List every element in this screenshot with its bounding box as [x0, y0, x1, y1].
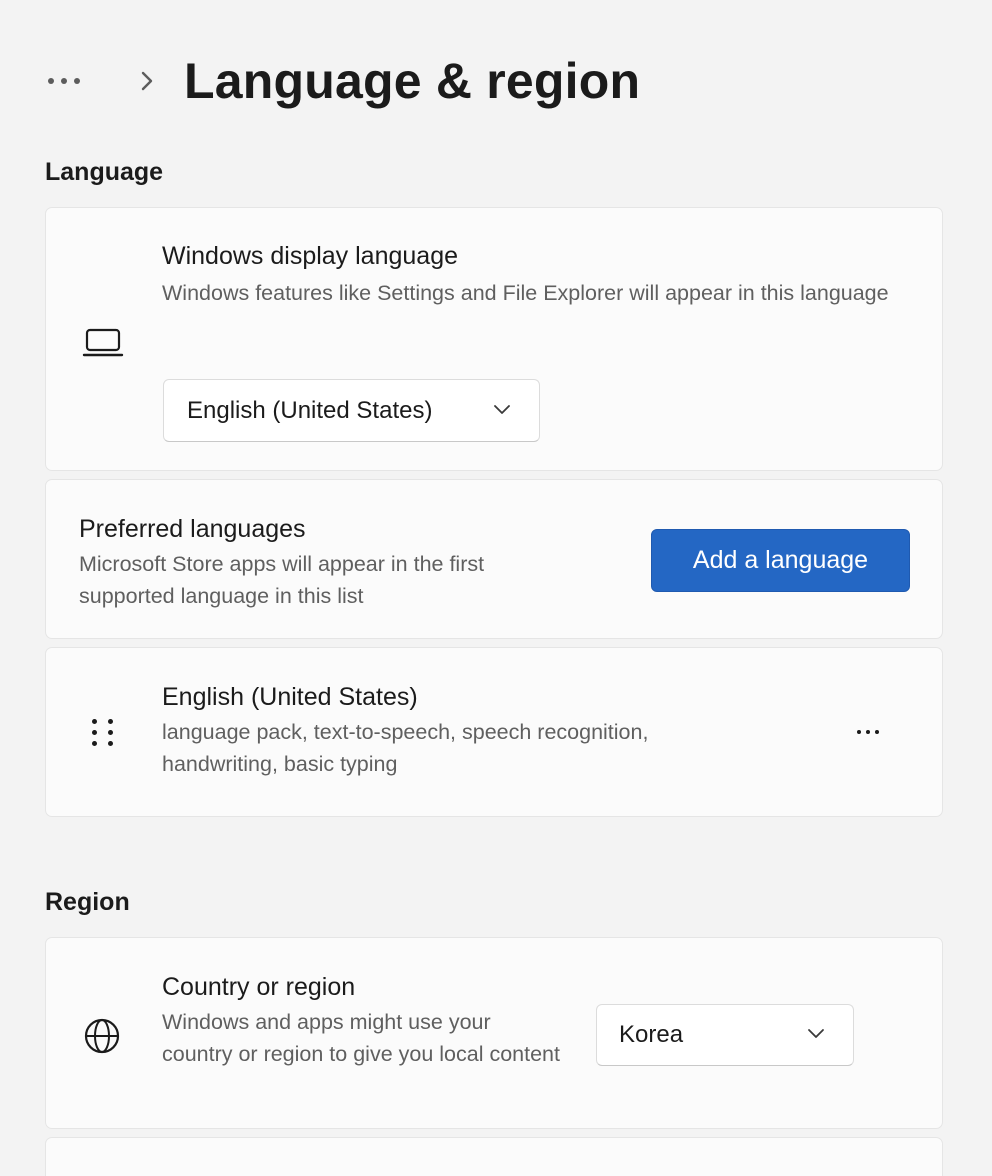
laptop-icon: [80, 324, 126, 362]
breadcrumb: Language & region: [48, 48, 640, 114]
dot: [857, 730, 861, 734]
dot: [74, 78, 80, 84]
dot: [92, 729, 97, 735]
dot: [875, 730, 879, 734]
installed-language-row[interactable]: English (United States) language pack, t…: [45, 647, 943, 817]
installed-language-features: language pack, text-to-speech, speech re…: [162, 720, 649, 776]
display-language-description: Windows features like Settings and File …: [162, 281, 889, 305]
country-region-card: Country or region Windows and apps might…: [45, 937, 943, 1129]
display-language-title: Windows display language: [162, 242, 459, 270]
dot: [866, 730, 870, 734]
country-region-description: Windows and apps might use your country …: [162, 1010, 560, 1066]
add-language-button[interactable]: Add a language: [651, 529, 910, 592]
next-settings-card: [45, 1137, 943, 1176]
globe-icon: [80, 1014, 124, 1058]
dot: [61, 78, 67, 84]
country-region-dropdown[interactable]: Korea: [596, 1004, 854, 1066]
dot: [92, 740, 97, 746]
display-language-value: English (United States): [187, 396, 433, 424]
country-region-title: Country or region: [162, 973, 356, 1001]
dot: [108, 718, 113, 724]
chevron-right-icon: [140, 66, 160, 96]
section-heading-region: Region: [45, 888, 130, 916]
dot: [92, 718, 97, 724]
chevron-down-icon: [493, 402, 511, 420]
breadcrumb-more-button[interactable]: [48, 66, 100, 96]
installed-language-name: English (United States): [162, 683, 418, 711]
dot: [108, 729, 113, 735]
page-title: Language & region: [184, 53, 641, 109]
display-language-card: Windows display language Windows feature…: [45, 207, 943, 471]
dot: [108, 740, 113, 746]
language-options-more-button[interactable]: [851, 724, 885, 740]
country-region-value: Korea: [619, 1021, 684, 1048]
preferred-languages-card: Preferred languages Microsoft Store apps…: [45, 479, 943, 639]
preferred-languages-title: Preferred languages: [79, 515, 306, 543]
chevron-down-icon: [807, 1026, 825, 1044]
dot: [48, 78, 54, 84]
drag-handle-icon[interactable]: [86, 712, 120, 752]
preferred-languages-description: Microsoft Store apps will appear in the …: [79, 552, 485, 608]
section-heading-language: Language: [45, 158, 164, 186]
display-language-dropdown[interactable]: English (United States): [163, 379, 540, 442]
